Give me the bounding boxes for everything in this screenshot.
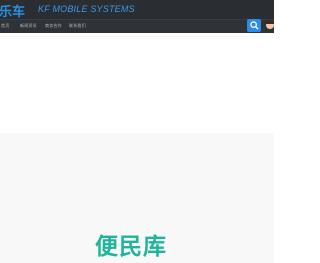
company-tagline: KF MOBILE SYSTEMS (38, 4, 135, 14)
search-button[interactable] (247, 19, 261, 32)
hero-title: 便民库 (95, 234, 167, 260)
avatar-hair (265, 20, 274, 24)
nav-item-business[interactable]: 商务合作 (45, 23, 62, 29)
nav-item-home[interactable]: 首页 (1, 23, 9, 29)
user-avatar[interactable] (264, 20, 274, 32)
hero-banner-top (0, 33, 274, 133)
nav-item-news[interactable]: 新闻资讯 (20, 23, 37, 29)
main-nav: 首页 新闻资讯 商务合作 联系我们 (0, 20, 274, 33)
nav-item-contact[interactable]: 联系我们 (69, 23, 86, 29)
top-header: 乐车 KF MOBILE SYSTEMS (0, 0, 274, 20)
search-icon (250, 21, 259, 30)
logo[interactable]: 乐车 (0, 1, 25, 20)
